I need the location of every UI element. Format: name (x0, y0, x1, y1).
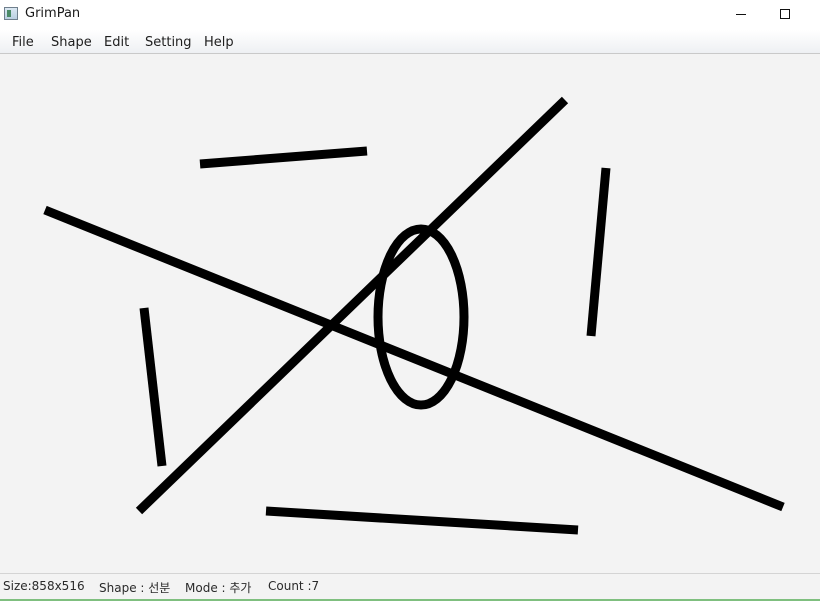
status-bar: Size:858x516 Shape : 선분 Mode : 추가 Count … (0, 573, 820, 601)
shape-line-2 (43, 205, 785, 512)
status-count: Count :7 (268, 579, 320, 593)
minimize-button[interactable] (718, 0, 764, 30)
shape-line-6 (265, 506, 579, 535)
shape-line-5 (139, 307, 167, 467)
shape-line-1 (199, 146, 368, 169)
app-icon (4, 7, 18, 20)
status-mode: Mode : 추가 (185, 581, 252, 595)
menu-help[interactable]: Help (204, 35, 234, 50)
window-title: GrimPan (25, 6, 81, 21)
status-size: Size:858x516 (3, 579, 85, 593)
maximize-button[interactable] (762, 0, 808, 30)
menu-edit[interactable]: Edit (104, 35, 129, 50)
drawing-canvas[interactable] (0, 54, 820, 573)
title-bar: GrimPan (0, 0, 820, 30)
menu-setting[interactable]: Setting (145, 35, 192, 50)
shape-ellipse-1 (373, 224, 469, 410)
status-shape: Shape : 선분 (99, 581, 171, 595)
menu-file[interactable]: File (12, 35, 34, 50)
drawing-surface (43, 96, 785, 535)
shape-line-4 (586, 167, 611, 337)
menu-shape[interactable]: Shape (51, 35, 92, 50)
menu-bar: File Shape Edit Setting Help (0, 30, 820, 54)
